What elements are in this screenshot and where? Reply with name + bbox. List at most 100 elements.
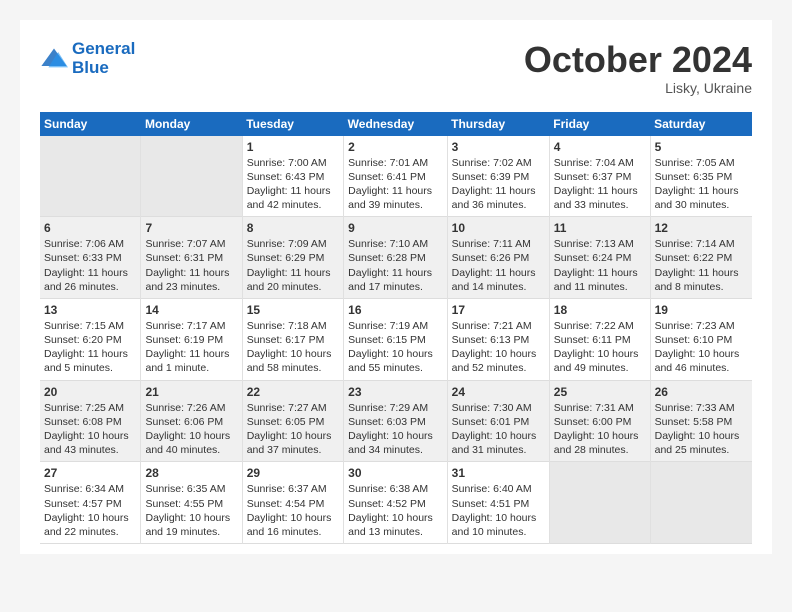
calendar-cell: 20Sunrise: 7:25 AMSunset: 6:08 PMDayligh… (40, 380, 141, 462)
cell-info: Sunset: 6:43 PM (247, 170, 339, 184)
cell-info: Sunset: 6:20 PM (44, 333, 136, 347)
calendar-cell: 30Sunrise: 6:38 AMSunset: 4:52 PMDayligh… (344, 462, 447, 544)
cell-info: Daylight: 10 hours and 16 minutes. (247, 511, 339, 539)
cell-info: Sunrise: 7:22 AM (554, 319, 646, 333)
weekday-header-monday: Monday (141, 112, 242, 136)
cell-info: Daylight: 10 hours and 37 minutes. (247, 429, 339, 457)
calendar-cell: 3 Sunrise: 7:02 AMSunset: 6:39 PMDaylight… (447, 136, 549, 217)
cell-info: Daylight: 11 hours and 30 minutes. (655, 184, 748, 212)
cell-info: Sunrise: 7:04 AM (554, 156, 646, 170)
calendar-cell: 24Sunrise: 7:30 AMSunset: 6:01 PMDayligh… (447, 380, 549, 462)
day-number: 14 (145, 303, 237, 317)
cell-info: Sunrise: 6:37 AM (247, 482, 339, 496)
cell-info: Sunset: 6:13 PM (452, 333, 545, 347)
calendar-cell (650, 462, 752, 544)
cell-info: Daylight: 10 hours and 40 minutes. (145, 429, 237, 457)
cell-info: Daylight: 11 hours and 36 minutes. (452, 184, 545, 212)
cell-info: Daylight: 10 hours and 58 minutes. (247, 347, 339, 375)
cell-info: Daylight: 10 hours and 10 minutes. (452, 511, 545, 539)
cell-info: Sunrise: 7:14 AM (655, 237, 748, 251)
day-number: 3 (452, 140, 545, 154)
cell-info: Sunrise: 7:00 AM (247, 156, 339, 170)
cell-info: Sunrise: 6:40 AM (452, 482, 545, 496)
cell-info: Sunrise: 7:05 AM (655, 156, 748, 170)
calendar-cell: 16Sunrise: 7:19 AMSunset: 6:15 PMDayligh… (344, 298, 447, 380)
day-number: 25 (554, 385, 646, 399)
day-number: 28 (145, 466, 237, 480)
cell-info: Sunrise: 7:15 AM (44, 319, 136, 333)
calendar-cell: 21 Sunrise: 7:26 AMSunset: 6:06 PMDayligh… (141, 380, 242, 462)
cell-info: Sunset: 6:03 PM (348, 415, 442, 429)
weekday-header-thursday: Thursday (447, 112, 549, 136)
cell-info: Daylight: 11 hours and 39 minutes. (348, 184, 442, 212)
calendar-cell: 29Sunrise: 6:37 AMSunset: 4:54 PMDayligh… (242, 462, 343, 544)
cell-info: Sunrise: 7:02 AM (452, 156, 545, 170)
calendar-cell: 9Sunrise: 7:10 AMSunset: 6:28 PMDaylight… (344, 217, 447, 299)
calendar-cell: 10Sunrise: 7:11 AMSunset: 6:26 PMDayligh… (447, 217, 549, 299)
day-number: 20 (44, 385, 136, 399)
cell-info: Sunrise: 7:26 AM (145, 401, 237, 415)
day-number: 7 (145, 221, 237, 235)
day-number: 12 (655, 221, 748, 235)
cell-info: Daylight: 11 hours and 26 minutes. (44, 266, 136, 294)
cell-info: Sunset: 6:35 PM (655, 170, 748, 184)
day-number: 16 (348, 303, 442, 317)
cell-info: Sunrise: 7:31 AM (554, 401, 646, 415)
cell-info: Sunrise: 7:25 AM (44, 401, 136, 415)
cell-info: Sunset: 4:52 PM (348, 497, 442, 511)
calendar-cell: 2Sunrise: 7:01 AMSunset: 6:41 PMDaylight… (344, 136, 447, 217)
location: Lisky, Ukraine (524, 80, 752, 96)
cell-info: Daylight: 10 hours and 46 minutes. (655, 347, 748, 375)
cell-info: Sunset: 6:39 PM (452, 170, 545, 184)
calendar-cell: 6Sunrise: 7:06 AMSunset: 6:33 PMDaylight… (40, 217, 141, 299)
cell-info: Daylight: 11 hours and 5 minutes. (44, 347, 136, 375)
day-number: 30 (348, 466, 442, 480)
day-number: 2 (348, 140, 442, 154)
day-number: 18 (554, 303, 646, 317)
cell-info: Daylight: 11 hours and 8 minutes. (655, 266, 748, 294)
calendar-cell (40, 136, 141, 217)
cell-info: Sunrise: 7:27 AM (247, 401, 339, 415)
cell-info: Sunrise: 6:38 AM (348, 482, 442, 496)
logo-line1: General (72, 40, 135, 59)
cell-info: Sunset: 6:08 PM (44, 415, 136, 429)
calendar-cell: 12 Sunrise: 7:14 AMSunset: 6:22 PMDayligh… (650, 217, 752, 299)
day-number: 21 (145, 385, 237, 399)
cell-info: Sunset: 4:55 PM (145, 497, 237, 511)
cell-info: Sunrise: 7:09 AM (247, 237, 339, 251)
cell-info: Sunset: 6:26 PM (452, 251, 545, 265)
cell-info: Sunset: 6:11 PM (554, 333, 646, 347)
cell-info: Sunset: 5:58 PM (655, 415, 748, 429)
cell-info: Sunset: 6:37 PM (554, 170, 646, 184)
day-number: 23 (348, 385, 442, 399)
cell-info: Sunset: 6:31 PM (145, 251, 237, 265)
day-number: 9 (348, 221, 442, 235)
day-number: 8 (247, 221, 339, 235)
calendar-cell: 23Sunrise: 7:29 AMSunset: 6:03 PMDayligh… (344, 380, 447, 462)
cell-info: Sunrise: 7:13 AM (554, 237, 646, 251)
weekday-header-friday: Friday (549, 112, 650, 136)
cell-info: Sunset: 6:19 PM (145, 333, 237, 347)
cell-info: Sunset: 6:22 PM (655, 251, 748, 265)
logo-line2: Blue (72, 59, 135, 78)
day-number: 11 (554, 221, 646, 235)
cell-info: Sunrise: 7:33 AM (655, 401, 748, 415)
cell-info: Daylight: 10 hours and 28 minutes. (554, 429, 646, 457)
day-number: 10 (452, 221, 545, 235)
calendar-cell: 7Sunrise: 7:07 AMSunset: 6:31 PMDaylight… (141, 217, 242, 299)
logo: General Blue (40, 40, 135, 77)
cell-info: Daylight: 10 hours and 55 minutes. (348, 347, 442, 375)
cell-info: Sunrise: 7:11 AM (452, 237, 545, 251)
cell-info: Sunset: 6:06 PM (145, 415, 237, 429)
cell-info: Sunset: 6:05 PM (247, 415, 339, 429)
calendar-cell (141, 136, 242, 217)
day-number: 13 (44, 303, 136, 317)
cell-info: Daylight: 11 hours and 42 minutes. (247, 184, 339, 212)
title-block: October 2024 Lisky, Ukraine (524, 40, 752, 96)
calendar-cell: 28Sunrise: 6:35 AMSunset: 4:55 PMDayligh… (141, 462, 242, 544)
day-number: 22 (247, 385, 339, 399)
calendar-cell: 27Sunrise: 6:34 AMSunset: 4:57 PMDayligh… (40, 462, 141, 544)
cell-info: Sunset: 6:00 PM (554, 415, 646, 429)
day-number: 26 (655, 385, 748, 399)
calendar-cell: 5Sunrise: 7:05 AMSunset: 6:35 PMDaylight… (650, 136, 752, 217)
